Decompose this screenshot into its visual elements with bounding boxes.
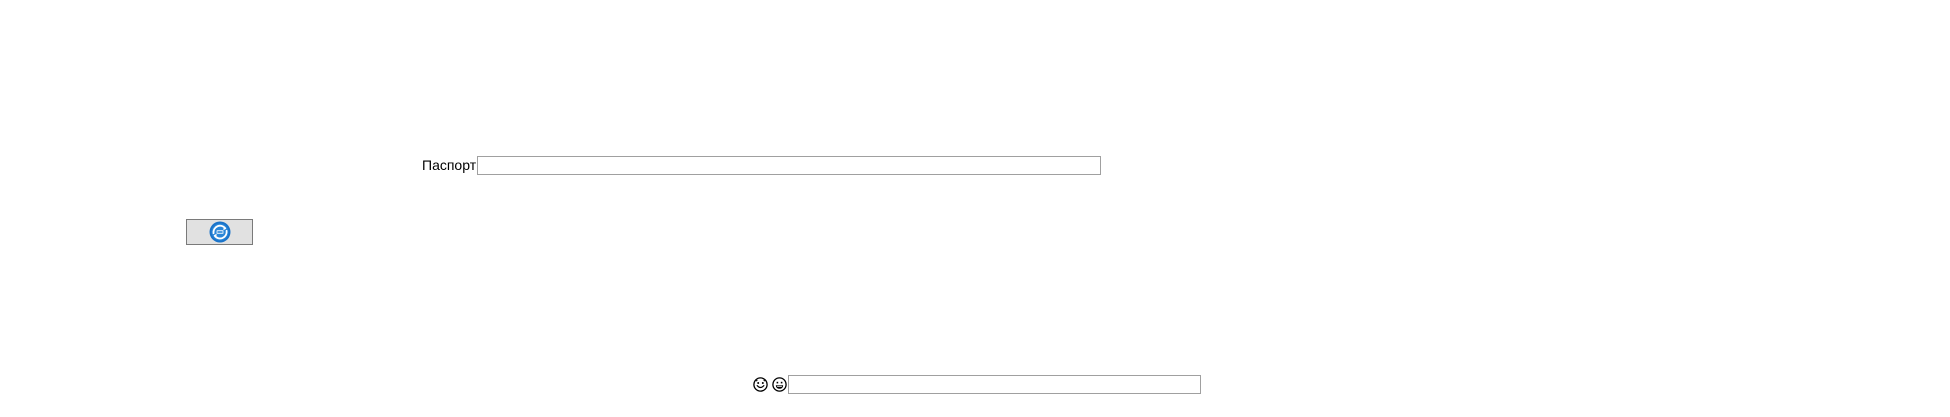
smiley-outline-icon[interactable] <box>753 377 768 392</box>
message-row <box>753 374 1201 395</box>
passport-label: Паспорт <box>422 157 477 173</box>
grinning-face-icon[interactable] <box>772 377 787 392</box>
refresh-icon <box>209 221 230 243</box>
passport-input[interactable] <box>477 156 1102 175</box>
refresh-button[interactable] <box>186 219 253 245</box>
passport-row: Паспорт <box>422 155 1102 176</box>
page: Паспорт <box>0 0 1950 417</box>
message-input[interactable] <box>788 375 1201 394</box>
